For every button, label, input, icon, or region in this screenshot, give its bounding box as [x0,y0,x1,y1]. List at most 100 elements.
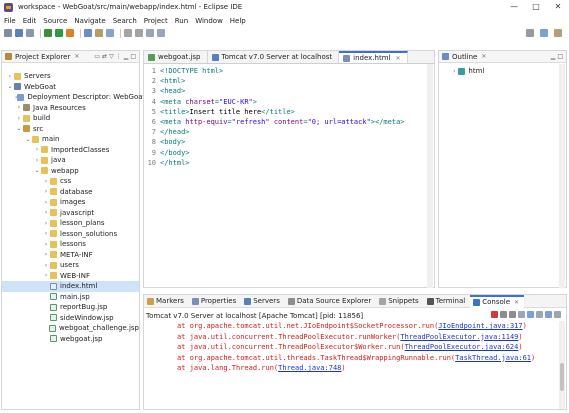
chevron-down-icon[interactable]: ⌄ [24,136,32,143]
editor-tab[interactable]: webgoat.jsp [144,51,208,63]
chevron-right-icon[interactable]: › [15,115,23,122]
tree-item[interactable]: webgoat_challenge.jsp [2,323,139,334]
chevron-right-icon[interactable]: › [42,188,50,195]
editor-scrollbar[interactable] [427,64,433,288]
chevron-right-icon[interactable]: › [453,68,455,75]
menu-edit[interactable]: Edit [23,17,37,25]
java-ee-perspective-icon[interactable] [540,29,548,37]
view-menu-icon[interactable]: ⋮ [116,53,122,60]
next-annotation-icon[interactable] [135,29,143,37]
menu-search[interactable]: Search [113,17,137,25]
menu-help[interactable]: Help [230,17,246,25]
tab-markers[interactable]: Markers [144,297,189,305]
open-type-icon[interactable] [95,29,103,37]
minimize-icon[interactable]: ▁ [551,53,556,60]
chevron-right-icon[interactable]: › [42,241,50,248]
minimize-icon[interactable]: ▁ [124,53,129,60]
run-icon[interactable] [55,29,63,37]
tree-item[interactable]: › ImportedClasses [2,145,139,156]
tree-item[interactable]: ⌄ webapp [2,166,139,177]
word-wrap-icon[interactable] [536,311,543,318]
tree-item[interactable]: › javascript [2,208,139,219]
chevron-right-icon[interactable]: › [33,146,41,153]
tree-item[interactable]: ⌄ WebGoat [2,82,139,93]
tree-item[interactable]: › images [2,197,139,208]
tree-item[interactable]: › users [2,260,139,271]
chevron-right-icon[interactable]: › [42,220,50,227]
chevron-right-icon[interactable]: › [42,251,50,258]
pin-console-icon[interactable] [545,311,552,318]
tree-item[interactable]: › lesson_solutions [2,229,139,240]
tree-item[interactable]: › lesson_plans [2,218,139,229]
source-link[interactable]: JIoEndpoint.java:317 [438,322,522,330]
debug-icon[interactable] [44,29,52,37]
link-editor-icon[interactable]: ⇄ [102,53,107,60]
editor-tab[interactable]: Tomcat v7.0 Server at localhost [208,51,340,63]
maximize-button[interactable]: □ [525,0,547,14]
tree-item[interactable]: › java [2,155,139,166]
tab-properties[interactable]: Properties [189,297,241,305]
menu-project[interactable]: Project [144,17,168,25]
tree-item[interactable]: sideWindow.jsp [2,313,139,324]
tree-item[interactable]: › WEB-INF [2,271,139,282]
save-all-icon[interactable] [26,29,34,37]
chevron-right-icon[interactable]: › [42,230,50,237]
console-scroll-thumb[interactable] [560,363,564,391]
menu-file[interactable]: File [4,17,16,25]
chevron-right-icon[interactable]: › [42,199,50,206]
chevron-right-icon[interactable]: › [15,104,23,111]
chevron-right-icon[interactable]: › [42,272,50,279]
tree-item[interactable]: › css [2,176,139,187]
open-console-icon[interactable] [554,311,561,318]
chevron-down-icon[interactable]: ⌄ [33,167,41,174]
maximize-icon[interactable]: □ [557,53,563,60]
chevron-right-icon[interactable]: › [42,178,50,185]
terminate-icon[interactable] [491,311,498,318]
editor-tab[interactable]: index.html ✕ [339,51,408,63]
tab-terminal[interactable]: Terminal [424,297,471,305]
save-icon[interactable] [15,29,23,37]
source-link[interactable]: ThreadPoolExecutor.java:1149 [400,333,518,341]
tab-servers[interactable]: Servers [241,297,285,305]
search-icon[interactable] [106,29,114,37]
quick-access-icon[interactable] [526,29,534,37]
menu-run[interactable]: Run [175,17,188,25]
tree-item[interactable]: › Servers [2,71,139,82]
clear-console-icon[interactable] [518,311,525,318]
console-output[interactable]: at org.apache.tomcat.util.net.JIoEndpoin… [144,322,566,375]
chevron-right-icon[interactable]: › [42,262,50,269]
tree-item[interactable]: reportBug.jsp [2,302,139,313]
tree-item[interactable]: › lessons [2,239,139,250]
outline-scrollbar[interactable] [559,64,565,288]
tree-item[interactable]: › Deployment Descriptor: WebGoat [2,92,145,103]
maximize-icon[interactable]: □ [130,53,136,60]
new-java-class-icon[interactable] [84,29,92,37]
scroll-lock-icon[interactable] [527,311,534,318]
remove-all-icon[interactable] [509,311,516,318]
tree-item[interactable]: › build [2,113,139,124]
menu-window[interactable]: Window [195,17,223,25]
java-perspective-icon[interactable] [554,29,562,37]
filter-icon[interactable]: ▽ [109,53,114,60]
source-link[interactable]: Thread.java:748 [278,364,341,372]
tree-item[interactable]: ⌄ src [2,124,139,135]
chevron-down-icon[interactable]: ⌄ [15,125,23,132]
tree-item[interactable]: ⌄ main [2,134,139,145]
forward-icon[interactable] [157,29,165,37]
tree-item[interactable]: main.jsp [2,292,139,303]
menu-source[interactable]: Source [43,17,67,25]
close-icon[interactable]: ✕ [74,53,79,60]
close-icon[interactable]: ✕ [514,299,519,306]
chevron-right-icon[interactable]: › [42,209,50,216]
tree-item[interactable]: index.html [2,281,139,292]
tab-data-source[interactable]: Data Source Explorer [285,297,376,305]
code-editor[interactable]: 1 <!DOCTYPE html> 2 <html> 3 <head> 4 <meta cha… [144,64,434,168]
chevron-down-icon[interactable]: ⌄ [6,83,14,90]
close-button[interactable]: ✕ [547,0,569,14]
minimize-button[interactable]: — [503,0,525,14]
menu-navigate[interactable]: Navigate [74,17,105,25]
tree-item[interactable]: › Java Resources [2,103,139,114]
remove-launch-icon[interactable] [500,311,507,318]
back-icon[interactable] [146,29,154,37]
source-link[interactable]: ThreadPoolExecutor.java:624 [405,343,519,351]
